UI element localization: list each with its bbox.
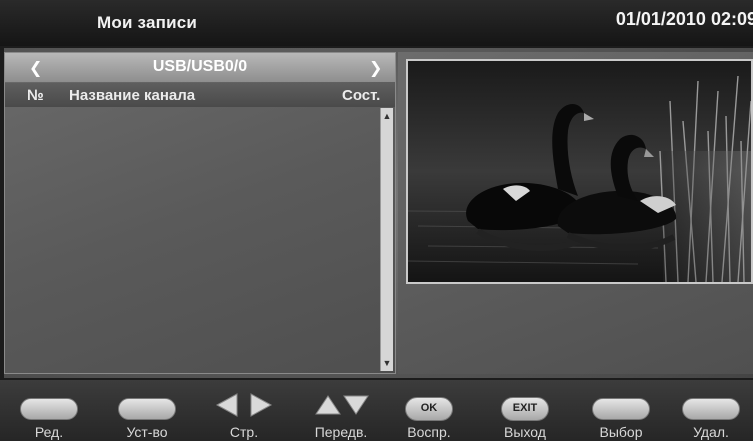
ok-button-text: OK <box>420 402 438 414</box>
key-play-label: Воспр. <box>407 424 451 440</box>
key-delete[interactable]: Удал. <box>666 380 753 441</box>
key-delete-label: Удал. <box>693 424 729 440</box>
recordings-list-panel: ❮ USB/USB0/0 ❯ № Название канала Сост. ▲… <box>4 52 396 374</box>
key-exit-label: Выход <box>504 424 546 440</box>
source-label: USB/USB0/0 <box>152 58 248 75</box>
recordings-list[interactable] <box>5 108 381 373</box>
key-device-label: Уст-во <box>126 424 168 440</box>
exit-button-text: EXIT <box>512 402 538 414</box>
up-down-arrows-icon[interactable] <box>312 392 370 418</box>
preview-panel <box>398 52 753 374</box>
left-right-arrows-icon[interactable] <box>215 392 273 418</box>
ok-button[interactable]: OK <box>405 397 453 421</box>
key-exit[interactable]: EXIT Выход <box>480 380 570 441</box>
list-column-header: № Название канала Сост. <box>5 83 395 107</box>
datetime-display: 01/01/2010 02:09 <box>615 9 753 29</box>
key-select[interactable]: Выбор <box>576 380 666 441</box>
column-number: № <box>27 87 44 104</box>
scroll-down-icon[interactable]: ▼ <box>381 357 393 369</box>
key-move[interactable]: Передв. <box>296 380 386 441</box>
red-button[interactable] <box>20 398 78 420</box>
green-button[interactable] <box>118 398 176 420</box>
source-selector[interactable]: ❮ USB/USB0/0 ❯ <box>5 53 395 82</box>
video-preview <box>406 59 753 284</box>
column-status: Сост. <box>342 87 381 104</box>
key-edit-label: Ред. <box>34 424 64 440</box>
key-play[interactable]: OK Воспр. <box>384 380 474 441</box>
chevron-right-icon[interactable]: ❯ <box>369 58 382 78</box>
yellow-button[interactable] <box>592 398 650 420</box>
key-move-label: Передв. <box>314 424 368 440</box>
title-bar: Мои записи 01/01/2010 02:09 <box>0 0 753 46</box>
list-scrollbar[interactable]: ▲ ▼ <box>380 108 393 371</box>
scroll-up-icon[interactable]: ▲ <box>381 110 393 122</box>
key-page[interactable]: Стр. <box>199 380 289 441</box>
column-channel-name: Название канала <box>69 87 196 104</box>
key-edit[interactable]: Ред. <box>4 380 94 441</box>
blue-button[interactable] <box>682 398 740 420</box>
exit-button[interactable]: EXIT <box>501 397 549 421</box>
page-title: Мои записи <box>97 13 198 32</box>
key-select-label: Выбор <box>599 424 643 440</box>
black-swans-preview-image <box>408 61 751 282</box>
function-key-bar: Ред. Уст-во Стр. Передв. OK Воспр. EXIT … <box>0 380 753 441</box>
key-device[interactable]: Уст-во <box>102 380 192 441</box>
key-page-label: Стр. <box>229 424 259 440</box>
